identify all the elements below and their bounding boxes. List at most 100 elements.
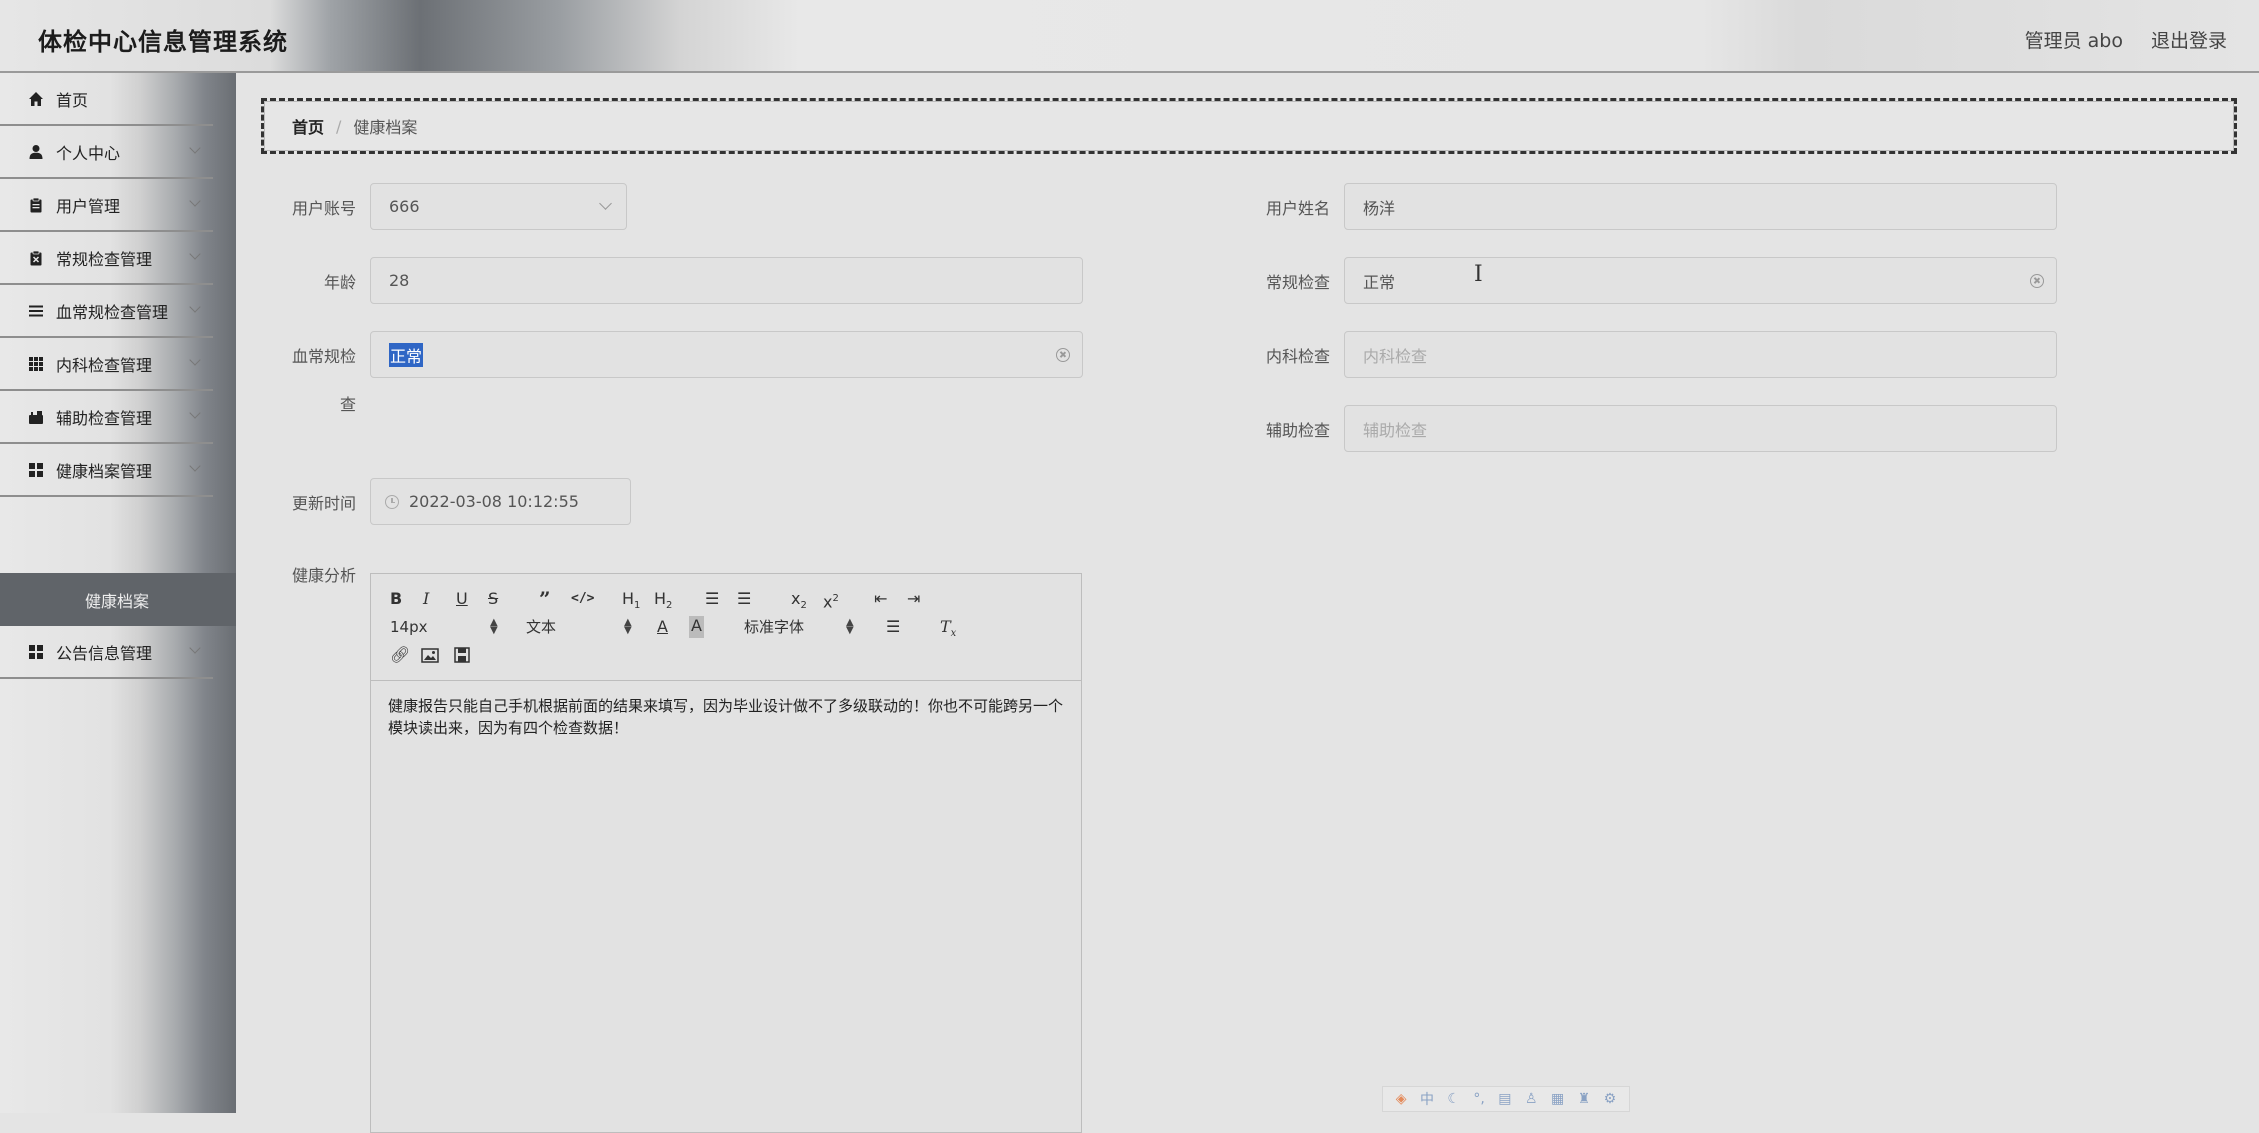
breadcrumb: 首页 / 健康档案 (261, 98, 2237, 154)
sidebar-item-label: 辅助检查管理 (56, 408, 153, 428)
gear-icon[interactable]: ⚙ (1604, 1091, 1617, 1107)
ime-lang-indicator[interactable]: 中 (1420, 1089, 1434, 1109)
video-icon[interactable] (454, 647, 470, 663)
heading1-icon[interactable]: H1 (622, 588, 640, 611)
text-cursor-icon: I (1474, 262, 1483, 287)
sidebar-item-label: 用户管理 (56, 196, 121, 216)
punctuation-icon[interactable]: °, (1473, 1091, 1484, 1107)
sidebar-item-label: 首页 (56, 90, 89, 110)
ime-toolbar[interactable]: ◈ 中 ☾ °, ▤ ♙ ▦ ♜ ⚙ (1382, 1086, 1630, 1112)
age-field[interactable]: 28 (370, 257, 1083, 304)
age-label: 年龄 (323, 273, 356, 292)
chevron-down-icon (189, 460, 201, 472)
chevron-down-icon (189, 142, 201, 154)
name-field[interactable]: 杨洋 (1344, 183, 2057, 230)
sidebar-subitem-label: 健康档案 (84, 591, 149, 611)
apps-icon (29, 644, 43, 659)
top-header: 体检中心信息管理系统 管理员 abo 退出登录 (0, 0, 2259, 73)
internal-exam-field[interactable]: 内科检查 (1344, 331, 2057, 378)
sidebar-item-label: 健康档案管理 (56, 461, 153, 481)
background-color-icon[interactable]: A (689, 616, 704, 638)
font-family-select[interactable]: 标准字体 ▲ ▼ (744, 616, 854, 638)
sidebar-item-notice[interactable]: 公告信息管理 (0, 626, 213, 679)
sidebar-item-personal-center[interactable]: 个人中心 (0, 126, 213, 179)
home-icon (29, 91, 43, 106)
font-family-value: 标准字体 (744, 618, 805, 636)
routine-exam-field[interactable]: 正常 (1344, 257, 2057, 304)
subscript-icon[interactable]: x2 (791, 588, 807, 611)
aux-exam-field[interactable]: 辅助检查 (1344, 405, 2057, 452)
editor-toolbar: B I U S ” </> H1 H2 ☰ ☰ x2 x2 ⇤ ⇥ 14px ▲… (371, 574, 1081, 681)
update-time-value: 2022-03-08 10:12:55 (409, 492, 579, 511)
chevron-down-icon (599, 197, 612, 210)
user-icon (29, 144, 43, 159)
ordered-list-icon[interactable]: ☰ (705, 588, 719, 610)
sidebar-subitem-health-record[interactable]: 健康档案 (0, 573, 236, 626)
strikethrough-icon[interactable]: S (488, 588, 498, 610)
sidebar-item-label: 血常规检查管理 (56, 302, 169, 322)
underline-icon[interactable]: U (456, 588, 468, 610)
moon-icon[interactable]: ☾ (1447, 1091, 1460, 1107)
clear-icon[interactable] (2030, 274, 2044, 288)
sidebar-item-label: 公告信息管理 (56, 643, 153, 663)
clipboard-icon (30, 197, 42, 212)
sidebar-item-routine-exam[interactable]: 常规检查管理 (0, 232, 213, 285)
updown-icon: ▲ ▼ (624, 617, 632, 636)
update-time-picker[interactable]: 2022-03-08 10:12:55 (370, 478, 631, 525)
font-size-value: 14px (390, 618, 428, 636)
sidebar-item-user-management[interactable]: 用户管理 (0, 179, 213, 232)
editor-content[interactable]: 健康报告只能自己手机根据前面的结果来填写，因为毕业设计做不了多级联动的！你也不可… (371, 681, 1081, 753)
sidebar-item-internal-exam[interactable]: 内科检查管理 (0, 338, 213, 391)
sidebar-item-aux-exam[interactable]: 辅助检查管理 (0, 391, 213, 444)
updown-icon: ▲ ▼ (846, 617, 854, 636)
link-icon[interactable]: 🔗︎ (390, 644, 410, 666)
chevron-down-icon (189, 195, 201, 207)
sidebar-item-home[interactable]: 首页 (0, 73, 213, 126)
font-size-select[interactable]: 14px ▲ ▼ (390, 616, 498, 638)
heading2-icon[interactable]: H2 (654, 588, 672, 611)
updown-icon: ▲ ▼ (490, 617, 498, 636)
clear-icon[interactable] (1056, 348, 1070, 362)
outdent-icon[interactable]: ⇤ (874, 588, 887, 610)
age-value: 28 (389, 271, 410, 290)
bullet-list-icon[interactable]: ☰ (737, 588, 751, 610)
briefcase-icon (29, 410, 43, 424)
grid-icon[interactable]: ▦ (1551, 1091, 1564, 1107)
aux-exam-label: 辅助检查 (1265, 421, 1330, 440)
indent-icon[interactable]: ⇥ (907, 588, 920, 610)
logout-link[interactable]: 退出登录 (2151, 26, 2227, 53)
aux-exam-placeholder: 辅助检查 (1363, 420, 1428, 440)
account-select[interactable]: 666 (370, 183, 627, 230)
breadcrumb-separator: / (336, 116, 342, 136)
sidebar-item-label: 常规检查管理 (56, 249, 153, 269)
sidebar-item-blood-exam[interactable]: 血常规检查管理 (0, 285, 213, 338)
align-icon[interactable]: ☰ (886, 616, 900, 638)
text-color-icon[interactable]: A (657, 616, 668, 638)
routine-exam-value: 正常 (1363, 272, 1396, 292)
clock-icon (385, 494, 399, 509)
rich-text-editor: B I U S ” </> H1 H2 ☰ ☰ x2 x2 ⇤ ⇥ 14px ▲… (370, 573, 1082, 1133)
list-icon (29, 305, 43, 316)
blood-exam-field[interactable]: 正常 (370, 331, 1083, 378)
ime-logo-icon: ◈ (1395, 1091, 1407, 1107)
clear-format-icon[interactable]: Tx (940, 616, 956, 639)
keyboard-icon[interactable]: ▤ (1498, 1091, 1511, 1107)
skin-icon[interactable]: ♜ (1578, 1091, 1591, 1107)
image-icon[interactable] (421, 648, 439, 663)
italic-icon[interactable]: I (423, 588, 429, 610)
sidebar-item-health-record[interactable]: 健康档案管理 (0, 444, 213, 497)
account-value: 666 (389, 197, 420, 216)
chevron-down-icon (189, 301, 201, 313)
blood-exam-value: 正常 (389, 342, 424, 367)
name-label: 用户姓名 (1265, 199, 1330, 218)
sidebar: 首页 个人中心 用户管理 常规检查管理 血常规检查管理 内科检查管理 辅助检查管… (0, 73, 236, 1113)
code-icon[interactable]: </> (571, 588, 594, 610)
routine-exam-label: 常规检查 (1265, 273, 1330, 292)
quote-icon[interactable]: ” (539, 588, 551, 610)
user-icon[interactable]: ♙ (1525, 1091, 1538, 1107)
breadcrumb-home[interactable]: 首页 (292, 114, 324, 138)
superscript-icon[interactable]: x2 (823, 588, 839, 611)
block-type-select[interactable]: 文本 ▲ ▼ (526, 616, 632, 638)
chevron-down-icon (189, 248, 201, 260)
bold-icon[interactable]: B (390, 588, 402, 610)
